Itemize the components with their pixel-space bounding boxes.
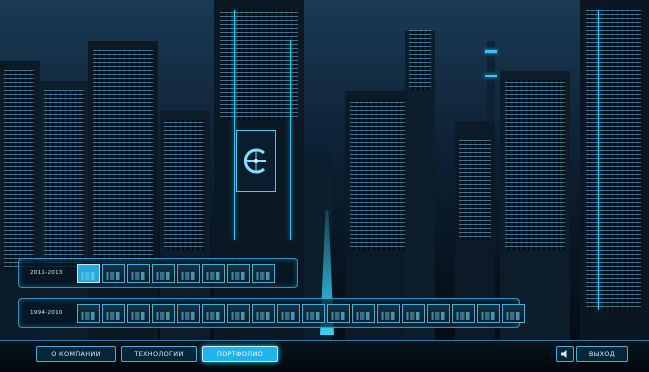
portfolio-thumbnail[interactable] bbox=[202, 264, 225, 283]
exit-button[interactable]: ВЫХОД bbox=[576, 346, 628, 362]
portfolio-thumbnail[interactable] bbox=[102, 304, 125, 323]
about-company-button[interactable]: О КОМПАНИИ bbox=[36, 346, 116, 362]
portfolio-thumbnail[interactable] bbox=[177, 264, 200, 283]
portfolio-button[interactable]: ПОРТФОЛИО bbox=[202, 346, 278, 362]
portfolio-thumbnail[interactable] bbox=[327, 304, 350, 323]
portfolio-thumbnail[interactable] bbox=[127, 304, 150, 323]
building-windows bbox=[4, 70, 34, 270]
thumbnail-strip bbox=[77, 264, 275, 283]
timeline-row-label: 1994-2010 bbox=[30, 310, 63, 316]
building-windows bbox=[586, 10, 641, 310]
portfolio-thumbnail[interactable] bbox=[252, 264, 275, 283]
building-windows bbox=[505, 80, 565, 250]
portfolio-thumbnail[interactable] bbox=[452, 304, 475, 323]
portfolio-thumbnail[interactable] bbox=[402, 304, 425, 323]
portfolio-thumbnail[interactable] bbox=[302, 304, 325, 323]
tower-edge-light bbox=[234, 10, 235, 240]
tower-edge-light bbox=[290, 40, 291, 240]
portfolio-thumbnail[interactable] bbox=[377, 304, 400, 323]
building-windows bbox=[220, 10, 298, 120]
portfolio-thumbnail[interactable] bbox=[202, 304, 225, 323]
company-logo-icon[interactable] bbox=[236, 130, 276, 192]
portfolio-thumbnail[interactable] bbox=[502, 304, 525, 323]
thumbnail-strip bbox=[77, 304, 525, 323]
tv-tower-lights bbox=[485, 75, 497, 77]
portfolio-thumbnail[interactable] bbox=[152, 264, 175, 283]
speaker-icon[interactable] bbox=[556, 346, 574, 362]
portfolio-thumbnail[interactable] bbox=[477, 304, 500, 323]
building-windows bbox=[459, 140, 491, 240]
building-windows bbox=[44, 90, 84, 270]
portfolio-thumbnail[interactable] bbox=[427, 304, 450, 323]
building-windows bbox=[164, 120, 204, 250]
portfolio-thumbnail[interactable] bbox=[277, 304, 300, 323]
portfolio-thumbnail[interactable] bbox=[177, 304, 200, 323]
portfolio-thumbnail[interactable] bbox=[352, 304, 375, 323]
portfolio-thumbnail[interactable] bbox=[252, 304, 275, 323]
timeline-row-label: 2011-2013 bbox=[30, 270, 63, 276]
logo-svg bbox=[244, 148, 266, 174]
portfolio-thumbnail[interactable] bbox=[227, 264, 250, 283]
portfolio-thumbnail[interactable] bbox=[77, 264, 100, 283]
portfolio-thumbnail[interactable] bbox=[102, 264, 125, 283]
building-windows bbox=[409, 30, 431, 90]
portfolio-thumbnail[interactable] bbox=[77, 304, 100, 323]
tower-edge-light bbox=[598, 10, 599, 310]
portfolio-thumbnail[interactable] bbox=[152, 304, 175, 323]
tv-tower-lights bbox=[485, 50, 497, 53]
building-windows bbox=[93, 50, 153, 270]
technologies-button[interactable]: ТЕХНОЛОГИИ bbox=[121, 346, 197, 362]
portfolio-thumbnail[interactable] bbox=[127, 264, 150, 283]
speaker-svg bbox=[561, 350, 567, 358]
portfolio-thumbnail[interactable] bbox=[227, 304, 250, 323]
